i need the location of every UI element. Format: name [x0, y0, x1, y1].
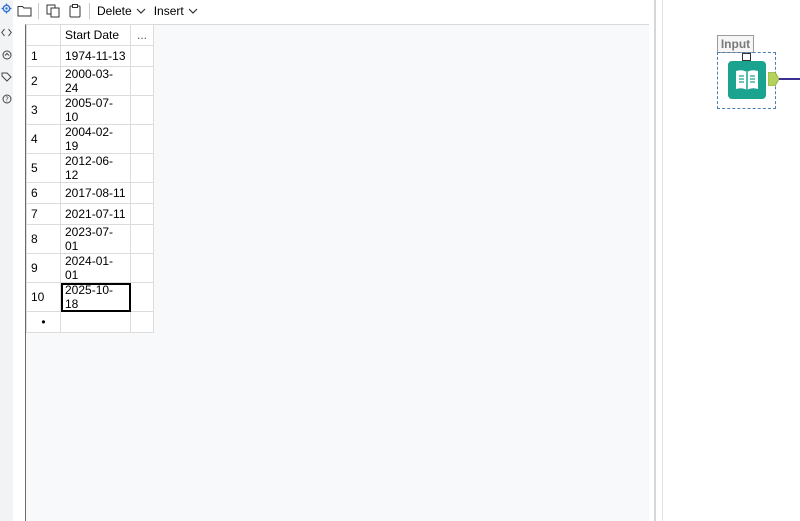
- svg-text:?: ?: [5, 95, 9, 103]
- help-icon[interactable]: ?: [0, 92, 13, 105]
- empty-cell[interactable]: [130, 253, 154, 283]
- grid-header-row: Start Date ...: [26, 24, 154, 46]
- insert-dropdown-button[interactable]: Insert: [150, 1, 202, 21]
- row-number[interactable]: 5: [26, 153, 61, 183]
- table-row[interactable]: 4 2004-02-19: [26, 124, 154, 154]
- empty-cell[interactable]: [130, 224, 154, 254]
- grid-toolbar: Delete Insert: [13, 0, 653, 22]
- table-row[interactable]: 8 2023-07-01: [26, 224, 154, 254]
- empty-cell[interactable]: [130, 203, 154, 225]
- start-date-cell-selected[interactable]: 2025-10-18: [60, 282, 131, 312]
- row-number[interactable]: 1: [26, 45, 61, 67]
- chevron-down-icon: [188, 8, 198, 14]
- row-number[interactable]: 2: [26, 66, 61, 96]
- row-number[interactable]: 10: [26, 282, 61, 312]
- table-row[interactable]: 1 1974-11-13: [26, 45, 154, 67]
- empty-cell[interactable]: [130, 45, 154, 67]
- start-date-cell[interactable]: 2000-03-24: [60, 66, 131, 96]
- column-header-start-date[interactable]: Start Date: [60, 24, 131, 46]
- row-number[interactable]: 9: [26, 253, 61, 283]
- toolbar-divider: [38, 3, 39, 19]
- table-row[interactable]: 5 2012-06-12: [26, 153, 154, 183]
- table-row[interactable]: 10 2025-10-18: [26, 282, 154, 312]
- chevron-down-icon: [136, 8, 146, 14]
- delete-label: Delete: [97, 4, 132, 18]
- start-date-cell[interactable]: 2004-02-19: [60, 124, 131, 154]
- start-date-cell[interactable]: 1974-11-13: [60, 45, 131, 67]
- table-row[interactable]: 2 2000-03-24: [26, 66, 154, 96]
- start-date-cell[interactable]: 2005-07-10: [60, 95, 131, 125]
- delete-dropdown-button[interactable]: Delete: [93, 1, 150, 21]
- table-row[interactable]: 7 2021-07-11: [26, 203, 154, 225]
- data-grid: Start Date ... 1 1974-11-13 2 2000-03-24…: [26, 24, 154, 333]
- start-date-cell[interactable]: 2012-06-12: [60, 153, 131, 183]
- new-row-marker: •: [26, 311, 61, 333]
- code-icon[interactable]: [0, 26, 13, 39]
- column-header-more[interactable]: ...: [130, 24, 154, 46]
- row-number[interactable]: 3: [26, 95, 61, 125]
- new-row[interactable]: •: [26, 311, 154, 333]
- connection-line[interactable]: [779, 78, 800, 80]
- empty-cell[interactable]: [130, 66, 154, 96]
- text-input-book-icon[interactable]: [728, 61, 766, 99]
- table-row[interactable]: 9 2024-01-01: [26, 253, 154, 283]
- start-date-cell[interactable]: 2023-07-01: [60, 224, 131, 254]
- new-row-cell[interactable]: [60, 311, 131, 333]
- panel-border: [654, 0, 656, 521]
- edit-badge-icon: [742, 53, 751, 61]
- table-row[interactable]: 6 2017-08-11: [26, 182, 154, 204]
- tag-icon[interactable]: [0, 70, 13, 83]
- row-number[interactable]: 6: [26, 182, 61, 204]
- empty-cell[interactable]: [130, 95, 154, 125]
- gear-icon[interactable]: [0, 2, 13, 15]
- empty-cell[interactable]: [130, 124, 154, 154]
- annotation-icon[interactable]: [0, 48, 13, 61]
- tool-label: Input: [717, 35, 754, 53]
- output-anchor-icon[interactable]: [768, 72, 779, 86]
- empty-cell[interactable]: [130, 182, 154, 204]
- grid-corner-cell: [26, 24, 61, 46]
- paste-icon[interactable]: [64, 1, 86, 21]
- folder-icon[interactable]: [13, 1, 35, 21]
- new-row-cell[interactable]: [130, 311, 154, 333]
- start-date-cell[interactable]: 2017-08-11: [60, 182, 131, 204]
- empty-cell[interactable]: [130, 282, 154, 312]
- copy-icon[interactable]: [42, 1, 64, 21]
- insert-label: Insert: [153, 4, 184, 18]
- start-date-cell[interactable]: 2024-01-01: [60, 253, 131, 283]
- empty-cell[interactable]: [130, 153, 154, 183]
- left-icon-rail: ?: [0, 0, 13, 521]
- table-row[interactable]: 3 2005-07-10: [26, 95, 154, 125]
- row-number[interactable]: 4: [26, 124, 61, 154]
- row-number[interactable]: 7: [26, 203, 61, 225]
- toolbar-divider: [89, 3, 90, 19]
- start-date-cell[interactable]: 2021-07-11: [60, 203, 131, 225]
- row-number[interactable]: 8: [26, 224, 61, 254]
